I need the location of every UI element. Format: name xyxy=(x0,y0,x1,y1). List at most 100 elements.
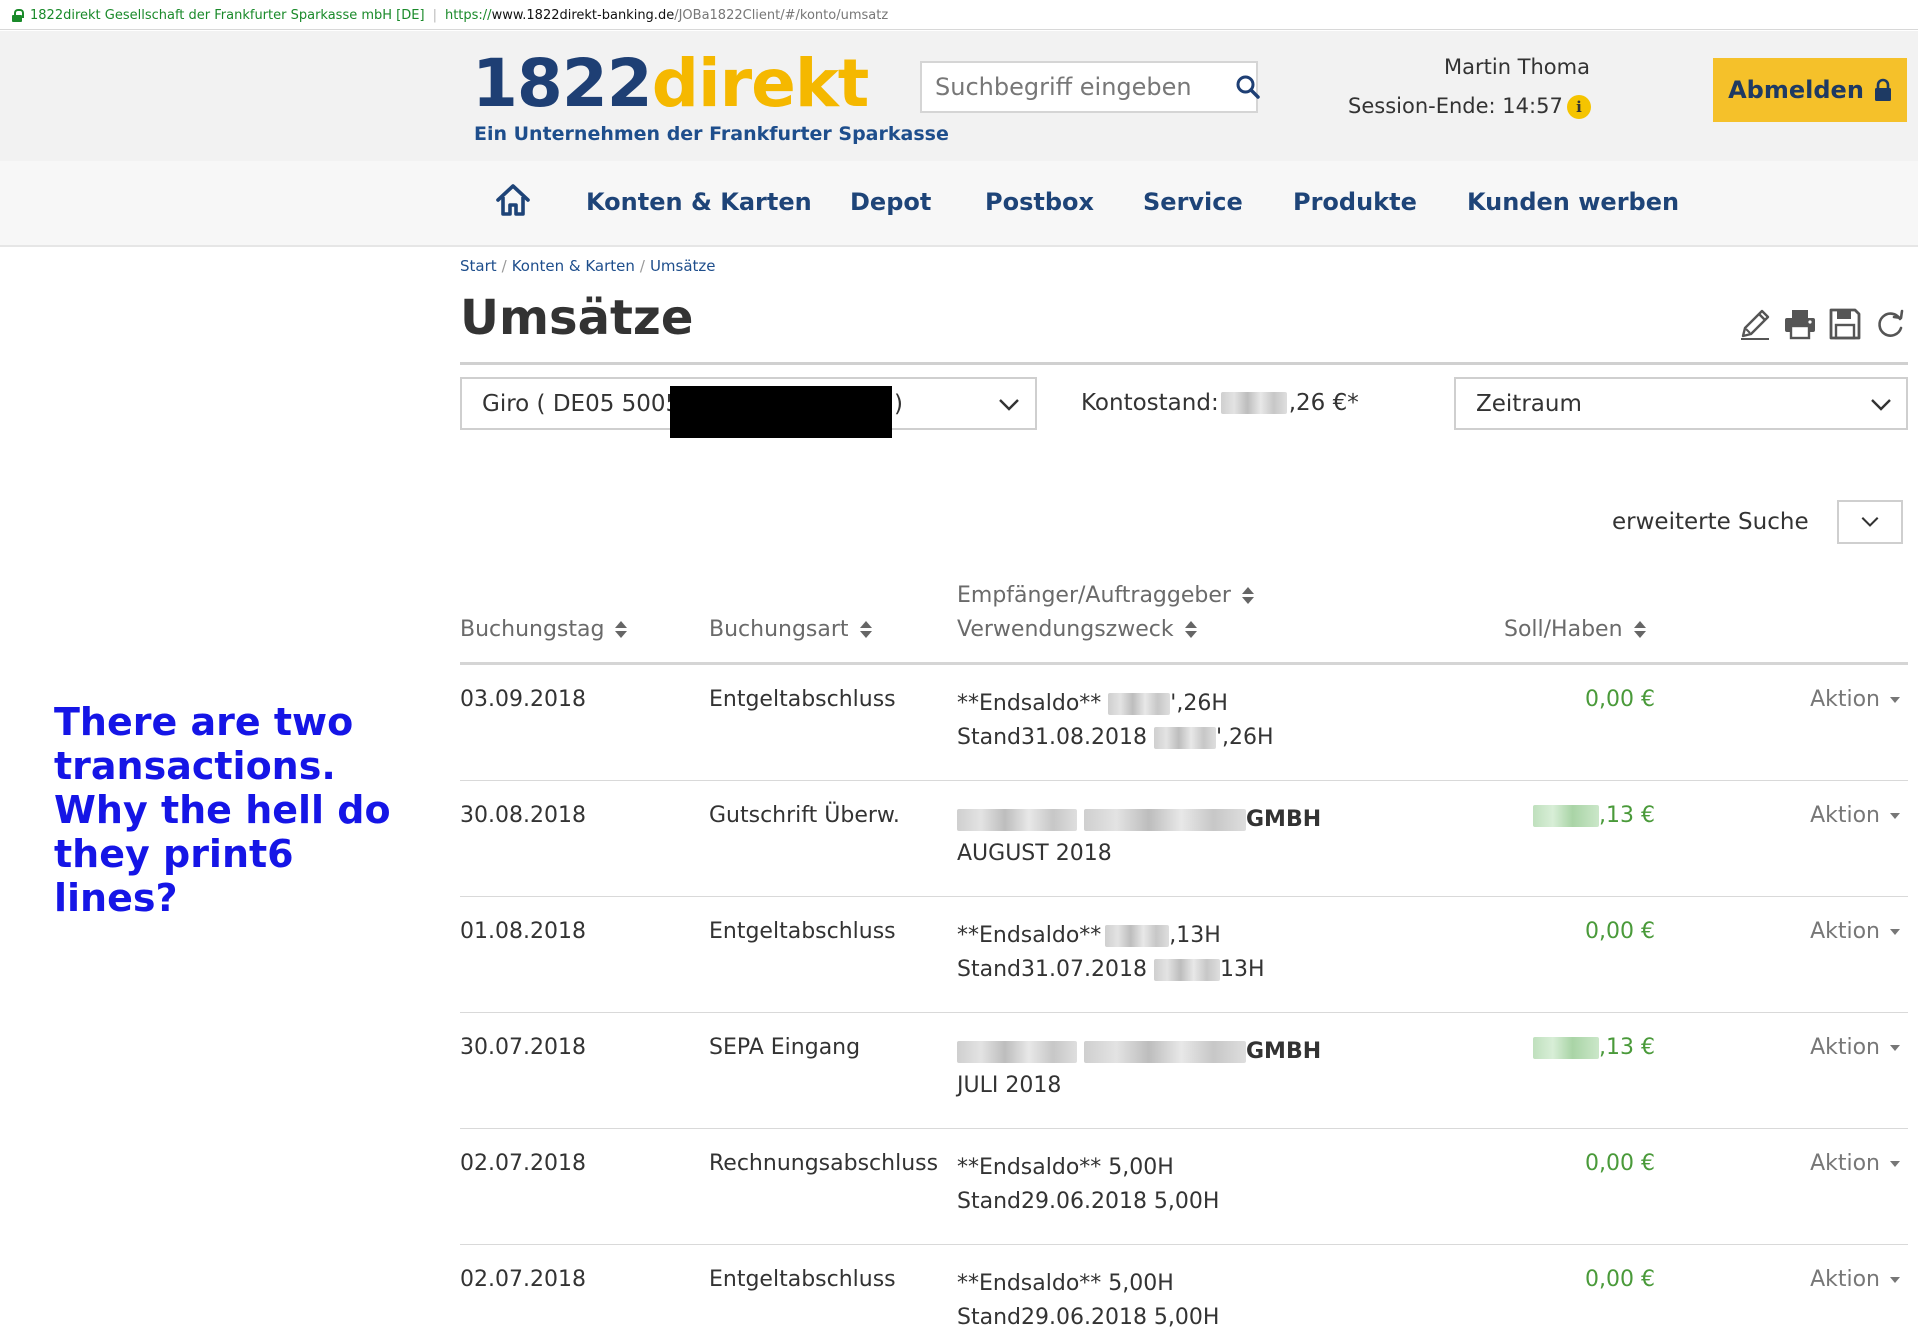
logout-button[interactable]: Abmelden xyxy=(1713,58,1907,122)
table-row[interactable]: 03.09.2018 Entgeltabschluss **Endsaldo**… xyxy=(460,665,1908,781)
pencil-icon xyxy=(1741,309,1770,340)
annotation-text: There are two transactions. Why the hell… xyxy=(54,700,391,920)
blurred-value xyxy=(957,809,1077,831)
table-row[interactable]: 02.07.2018 Entgeltabschluss **Endsaldo**… xyxy=(460,1245,1908,1342)
sort-icon xyxy=(1241,586,1255,606)
action-menu[interactable]: Aktion xyxy=(1810,1151,1900,1176)
column-header-recipient[interactable]: Empfänger/Auftraggeber xyxy=(957,583,1255,608)
nav-produkte[interactable]: Produkte xyxy=(1293,188,1417,216)
account-select-value-end: ) xyxy=(894,391,903,417)
search-input[interactable] xyxy=(922,63,1235,111)
nav-konten-karten[interactable]: Konten & Karten xyxy=(586,188,812,216)
logo-word: direkt xyxy=(651,45,870,122)
chevron-down-icon xyxy=(1871,399,1891,411)
action-menu[interactable]: Aktion xyxy=(1810,1267,1900,1292)
blurred-value xyxy=(1153,959,1220,981)
nav-kunden-werben[interactable]: Kunden werben xyxy=(1467,188,1679,216)
save-icon xyxy=(1829,308,1861,340)
column-header-purpose[interactable]: Verwendungszweck xyxy=(957,617,1198,642)
sort-icon xyxy=(614,620,628,640)
browser-address-bar[interactable]: 1822direkt Gesellschaft der Frankfurter … xyxy=(0,0,1918,30)
balance-label: Kontostand: xyxy=(1081,390,1219,416)
redaction-box xyxy=(670,386,892,438)
logout-label: Abmelden xyxy=(1728,76,1864,104)
home-button[interactable] xyxy=(494,181,532,219)
cell-amount: 0,00 € xyxy=(1585,1151,1655,1176)
action-menu[interactable]: Aktion xyxy=(1810,1035,1900,1060)
site-identity[interactable]: 1822direkt Gesellschaft der Frankfurter … xyxy=(30,8,425,23)
column-header-amount[interactable]: Soll/Haben xyxy=(1504,617,1647,642)
breadcrumb-start[interactable]: Start xyxy=(460,257,497,275)
refresh-button[interactable] xyxy=(1872,306,1908,342)
caret-down-icon xyxy=(1890,1276,1900,1283)
edit-button[interactable] xyxy=(1737,306,1773,342)
cell-date: 02.07.2018 xyxy=(460,1267,586,1292)
session-end: Session-Ende: 14:57 xyxy=(1348,94,1563,118)
page-title: Umsätze xyxy=(460,290,694,346)
sort-icon xyxy=(1184,620,1198,640)
cell-amount: ,13 € xyxy=(1533,803,1655,828)
info-icon[interactable]: i xyxy=(1567,95,1591,119)
breadcrumb-konten-karten[interactable]: Konten & Karten xyxy=(512,257,635,275)
table-row[interactable]: 02.07.2018 Rechnungsabschluss **Endsaldo… xyxy=(460,1129,1908,1245)
cell-purpose: GMBH AUGUST 2018 xyxy=(957,807,1322,866)
column-header-type[interactable]: Buchungsart xyxy=(709,617,873,642)
breadcrumb-umsaetze: Umsätze xyxy=(649,257,716,275)
account-select-value: Giro ( DE05 5005 xyxy=(482,391,681,417)
cell-purpose: GMBH JULI 2018 xyxy=(957,1039,1322,1098)
blurred-value xyxy=(1153,727,1216,749)
cell-purpose: **Endsaldo** 5,00H Stand29.06.2018 5,00H xyxy=(957,1155,1220,1214)
nav-depot[interactable]: Depot xyxy=(850,188,931,216)
print-button[interactable] xyxy=(1782,306,1818,342)
caret-down-icon xyxy=(1890,812,1900,819)
cell-type: Entgeltabschluss xyxy=(709,1267,896,1292)
action-menu[interactable]: Aktion xyxy=(1810,687,1900,712)
action-menu[interactable]: Aktion xyxy=(1810,919,1900,944)
nav-postbox[interactable]: Postbox xyxy=(985,188,1094,216)
nav-service[interactable]: Service xyxy=(1143,188,1243,216)
refresh-icon xyxy=(1878,309,1904,337)
secure-lock-icon xyxy=(12,8,24,22)
user-name: Martin Thoma xyxy=(1444,55,1590,79)
account-select[interactable]: Giro ( DE05 5005 ) xyxy=(460,377,1037,438)
main-nav: Konten & Karten Depot Postbox Service Pr… xyxy=(0,161,1918,247)
blurred-value xyxy=(1105,925,1170,947)
url-text[interactable]: https://www.1822direkt-banking.de/JOBa18… xyxy=(445,8,888,23)
save-button[interactable] xyxy=(1827,306,1863,342)
brand-logo[interactable]: 1822direkt Ein Unternehmen der Frankfurt… xyxy=(472,51,949,151)
table-row[interactable]: 30.08.2018 Gutschrift Überw. GMBH AUGUST… xyxy=(460,781,1908,897)
blurred-value xyxy=(1533,1037,1600,1059)
cell-date: 03.09.2018 xyxy=(460,687,586,712)
home-icon xyxy=(496,184,530,216)
balance-value-suffix: ,26 €* xyxy=(1288,390,1359,416)
cell-type: Gutschrift Überw. xyxy=(709,803,900,828)
cell-date: 02.07.2018 xyxy=(460,1151,586,1176)
cell-purpose: **Endsaldo** ',26H Stand31.08.2018 ',26H xyxy=(957,691,1274,750)
sort-icon xyxy=(1633,620,1647,640)
table-row[interactable]: 01.08.2018 Entgeltabschluss **Endsaldo**… xyxy=(460,897,1908,1013)
search-box xyxy=(920,61,1261,113)
blurred-value xyxy=(1533,805,1600,827)
advanced-search-toggle[interactable] xyxy=(1837,500,1903,544)
cell-type: Rechnungsabschluss xyxy=(709,1151,939,1176)
cell-purpose: **Endsaldo** 5,00H Stand29.06.2018 5,00H xyxy=(957,1271,1220,1330)
caret-down-icon xyxy=(1890,1044,1900,1051)
caret-down-icon xyxy=(1890,696,1900,703)
cell-purpose: **Endsaldo** ,13H Stand31.07.2018 13H xyxy=(957,923,1265,982)
cell-date: 01.08.2018 xyxy=(460,919,586,944)
blurred-value xyxy=(1084,1041,1246,1063)
period-select[interactable]: Zeitraum xyxy=(1454,377,1908,430)
url-separator: | xyxy=(432,7,437,23)
balance-blurred-value xyxy=(1220,392,1287,414)
action-menu[interactable]: Aktion xyxy=(1810,803,1900,828)
cell-type: Entgeltabschluss xyxy=(709,687,896,712)
period-select-label: Zeitraum xyxy=(1476,391,1582,417)
logo-number: 1822 xyxy=(472,45,653,122)
table-row[interactable]: 30.07.2018 SEPA Eingang GMBH JULI 2018 ,… xyxy=(460,1013,1908,1129)
column-header-date[interactable]: Buchungstag xyxy=(460,617,628,642)
cell-date: 30.07.2018 xyxy=(460,1035,586,1060)
cell-date: 30.08.2018 xyxy=(460,803,586,828)
search-button[interactable] xyxy=(1235,63,1261,111)
cell-amount: ,13 € xyxy=(1533,1035,1655,1060)
breadcrumb: Start / Konten & Karten / Umsätze xyxy=(460,257,716,275)
